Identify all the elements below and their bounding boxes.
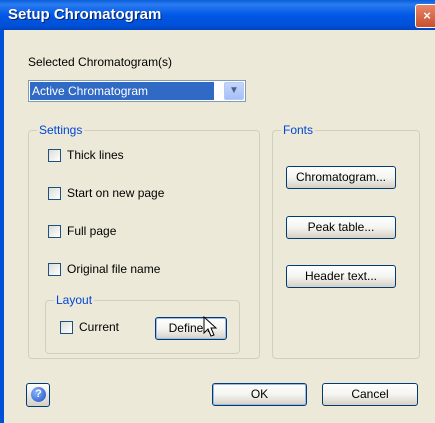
peak-table-font-button[interactable]: Peak table... [286,216,396,239]
original-file-name-checkbox[interactable]: Original file name [48,262,160,276]
dropdown-value: Active Chromatogram [30,82,214,100]
header-text-font-button[interactable]: Header text... [286,265,396,288]
ok-button[interactable]: OK [212,383,307,406]
fonts-group-title: Fonts [281,123,316,137]
chromatogram-font-button[interactable]: Chromatogram... [286,166,396,189]
close-icon[interactable]: × [415,4,435,28]
layout-group-title: Layout [54,293,95,307]
fonts-group: Fonts [272,123,420,359]
checkbox-box[interactable] [48,186,61,200]
dialog-title: Setup Chromatogram [8,6,162,23]
help-icon: ? [31,387,46,402]
mouse-pointer-icon [203,316,218,337]
thick-lines-checkbox[interactable]: Thick lines [48,148,124,162]
checkbox-box[interactable] [48,262,61,276]
layout-current-checkbox[interactable]: Current [60,320,119,334]
checkbox-label: Thick lines [67,148,124,162]
selected-chromatogram-label: Selected Chromatogram(s) [28,55,173,69]
cancel-button[interactable]: Cancel [322,383,418,406]
checkbox-label: Current [79,320,120,334]
dialog-titlebar: Setup Chromatogram × [0,0,435,30]
checkbox-label: Full page [67,224,117,238]
checkbox-label: Start on new page [67,186,165,200]
chevron-down-icon[interactable]: ▼ [224,82,244,100]
help-button[interactable]: ? [26,383,50,407]
start-on-new-page-checkbox[interactable]: Start on new page [48,186,164,200]
checkbox-box[interactable] [60,320,73,334]
window-frame [0,30,4,423]
checkbox-box[interactable] [48,224,61,238]
checkbox-label: Original file name [67,262,161,276]
checkbox-box[interactable] [48,148,61,162]
settings-group-title: Settings [37,123,85,137]
selected-chromatogram-dropdown[interactable]: Active Chromatogram ▼ [28,80,246,102]
full-page-checkbox[interactable]: Full page [48,224,116,238]
